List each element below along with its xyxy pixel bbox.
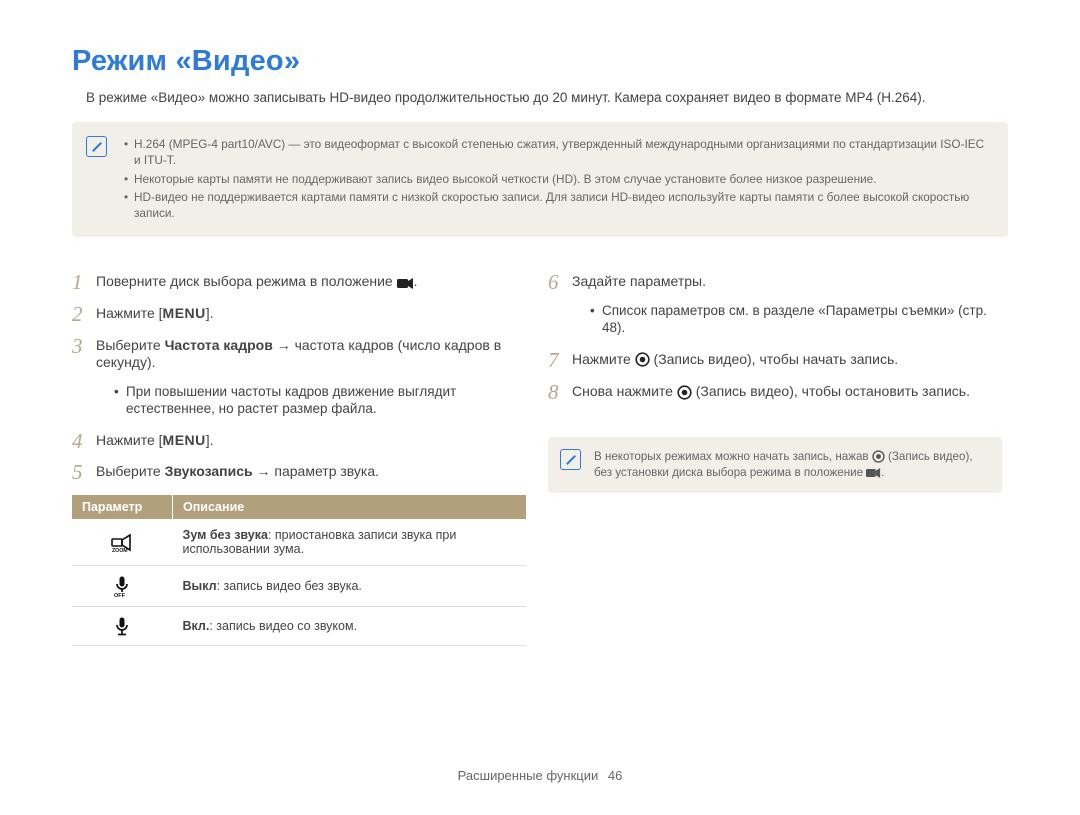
step-7: 7 Нажмите (Запись видео), чтобы начать з…	[548, 351, 1002, 369]
svg-text:ZOOM: ZOOM	[112, 548, 128, 552]
step-text: Снова нажмите	[572, 383, 677, 399]
note-text: В некоторых режимах можно начать запись,…	[590, 449, 990, 481]
table-header-desc: Описание	[173, 495, 527, 519]
step-text: Выберите	[96, 463, 165, 479]
step-sublist: При повышении частоты кадров движение вы…	[96, 372, 526, 418]
table-cell: Зум без звука: приостановка записи звука…	[173, 519, 527, 566]
record-icon	[872, 449, 885, 465]
step-number: 7	[548, 347, 559, 373]
step-number: 4	[72, 428, 83, 454]
step-number: 2	[72, 301, 83, 327]
note-item: Некоторые карты памяти не поддерживают з…	[124, 171, 994, 187]
note-box: H.264 (MPEG-4 part10/AVC) — это видеофор…	[72, 122, 1008, 237]
step-number: 3	[72, 333, 83, 359]
step-6: 6 Задайте параметры. Список параметров с…	[548, 273, 1002, 337]
note-icon	[86, 136, 107, 157]
record-icon	[635, 351, 650, 369]
step-text-bold: Частота кадров	[165, 337, 273, 353]
intro-text: В режиме «Видео» можно записывать HD-вид…	[86, 90, 1008, 105]
step-text: Нажмите [	[96, 305, 163, 321]
step-number: 1	[72, 269, 83, 295]
step-3: 3 Выберите Частота кадров → частота кадр…	[72, 337, 526, 418]
table-cell: Вкл.: запись видео со звуком.	[173, 606, 527, 645]
step-text: Выберите	[96, 337, 165, 353]
step-2: 2 Нажмите [MENU].	[72, 305, 526, 323]
note-icon	[560, 449, 581, 470]
note-item: HD-видео не поддерживается картами памят…	[124, 189, 994, 222]
page-footer: Расширенные функции 46	[0, 768, 1080, 783]
footer-page-number: 46	[608, 768, 622, 783]
step-1: 1 Поверните диск выбора режима в положен…	[72, 273, 526, 291]
step-subitem: При повышении частоты кадров движение вы…	[114, 383, 526, 418]
record-icon	[677, 384, 692, 402]
table-cell: Выкл: запись видео без звука.	[173, 565, 527, 606]
mic-on-icon	[72, 606, 173, 645]
page-title: Режим «Видео»	[72, 45, 1008, 78]
menu-label: MENU	[163, 432, 206, 448]
step-sublist: Список параметров см. в разделе «Парамет…	[572, 291, 1002, 337]
videocam-icon	[866, 465, 881, 481]
videocam-icon	[397, 274, 414, 292]
step-text: Нажмите [	[96, 432, 163, 448]
step-8: 8 Снова нажмите (Запись видео), чтобы ос…	[548, 383, 1002, 401]
table-row: Вкл.: запись видео со звуком.	[72, 606, 526, 645]
step-number: 8	[548, 379, 559, 405]
footer-section: Расширенные функции	[458, 768, 599, 783]
note-item: H.264 (MPEG-4 part10/AVC) — это видеофор…	[124, 136, 994, 169]
step-subitem: Список параметров см. в разделе «Парамет…	[590, 302, 1002, 337]
right-column: 6 Задайте параметры. Список параметров с…	[548, 273, 1002, 646]
left-column: 1 Поверните диск выбора режима в положен…	[72, 273, 526, 646]
step-4: 4 Нажмите [MENU].	[72, 432, 526, 450]
page: Режим «Видео» В режиме «Видео» можно зап…	[0, 0, 1080, 815]
step-text: Задайте параметры.	[572, 273, 706, 289]
menu-label: MENU	[163, 305, 206, 321]
step-list-left: 1 Поверните диск выбора режима в положен…	[72, 273, 526, 481]
step-text: Поверните диск выбора режима в положение	[96, 273, 397, 289]
step-number: 6	[548, 269, 559, 295]
audio-params-table: Параметр Описание ZOOM Зум без звука: пр…	[72, 495, 526, 646]
step-list-right: 6 Задайте параметры. Список параметров с…	[548, 273, 1002, 401]
note-box-secondary: В некоторых режимах можно начать запись,…	[548, 437, 1002, 493]
table-row: OFF Выкл: запись видео без звука.	[72, 565, 526, 606]
step-number: 5	[72, 459, 83, 485]
step-text: Нажмите	[572, 351, 635, 367]
step-text-bold: Звукозапись	[165, 463, 253, 479]
table-row: ZOOM Зум без звука: приостановка записи …	[72, 519, 526, 566]
mic-off-icon: OFF	[72, 565, 173, 606]
svg-text:OFF: OFF	[114, 593, 126, 597]
zoom-mute-icon: ZOOM	[72, 519, 173, 566]
table-header-param: Параметр	[72, 495, 173, 519]
step-5: 5 Выберите Звукозапись → параметр звука.	[72, 463, 526, 481]
content-columns: 1 Поверните диск выбора режима в положен…	[72, 273, 1008, 646]
note-list: H.264 (MPEG-4 part10/AVC) — это видеофор…	[116, 136, 994, 223]
